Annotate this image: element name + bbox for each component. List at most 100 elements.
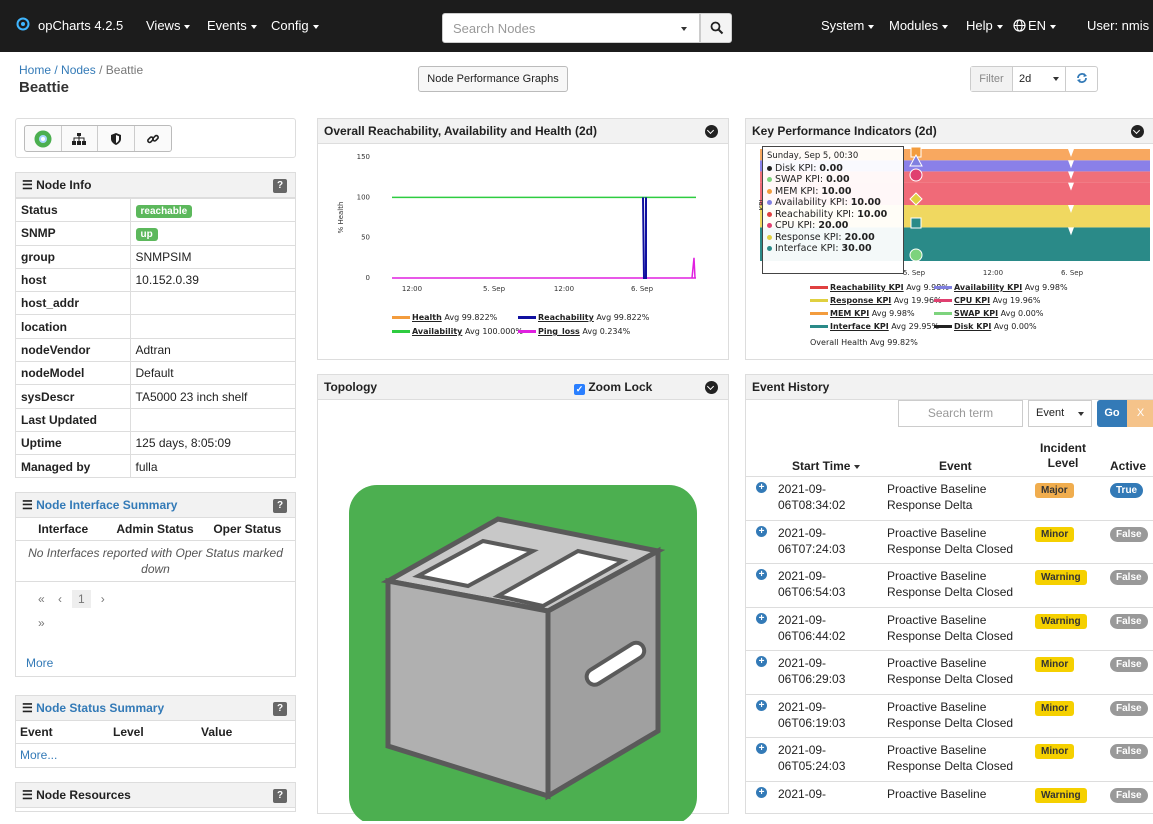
legend-item[interactable]: Response KPI Avg 19.96% (810, 296, 942, 305)
event-row[interactable]: +2021-09-06T06:29:03Proactive BaselineRe… (746, 650, 1153, 694)
expand-plus-icon[interactable]: + (756, 482, 767, 493)
menu-user[interactable]: User: nmis (1087, 18, 1149, 33)
event-row[interactable]: +2021-09-06T06:54:03Proactive BaselineRe… (746, 563, 1153, 607)
expand-plus-icon[interactable]: + (756, 613, 767, 624)
event-name-line1: Proactive Baseline (887, 743, 986, 757)
legend-label[interactable]: CPU KPI (954, 296, 990, 305)
event-row[interactable]: +2021-09-06T07:24:03Proactive BaselineRe… (746, 520, 1153, 564)
pager-last[interactable]: » (38, 616, 45, 630)
pager-first[interactable]: « (38, 592, 45, 606)
legend-item[interactable]: Reachability Avg 99.822% (518, 313, 649, 322)
breadcrumb-home[interactable]: Home (19, 63, 51, 77)
iface-title[interactable]: Node Interface Summary (36, 498, 177, 512)
legend-item[interactable]: CPU KPI Avg 19.96% (934, 296, 1040, 305)
topology-tab-button[interactable] (62, 126, 99, 151)
chevron-down-icon[interactable] (705, 381, 718, 394)
filter-select[interactable]: 2d (1013, 67, 1065, 91)
col-active[interactable]: Active (1110, 459, 1146, 473)
status-summary-more-link[interactable]: More... (16, 744, 295, 766)
refresh-button[interactable] (1065, 67, 1097, 91)
search-nodes-input[interactable]: Search Nodes (442, 13, 700, 43)
event-go-button[interactable]: Go (1097, 400, 1127, 427)
event-row[interactable]: +2021-09-Proactive BaselineWarningFalse (746, 781, 1153, 824)
legend-label[interactable]: Response KPI (830, 296, 891, 305)
col-level[interactable]: Level (113, 721, 201, 743)
legend-label[interactable]: Availability (412, 327, 462, 336)
expand-plus-icon[interactable]: + (756, 526, 767, 537)
node-device-icon[interactable] (318, 401, 728, 821)
legend-item[interactable]: Interface KPI Avg 29.95% (810, 322, 939, 331)
event-type-select[interactable]: Event (1028, 400, 1092, 427)
col-oper-status[interactable]: Oper Status (200, 518, 295, 540)
brand-name[interactable]: opCharts 4.2.5 (38, 18, 123, 33)
event-time: 06T07:24:03 (778, 542, 845, 556)
menu-modules[interactable]: Modules (889, 18, 948, 33)
node-icon-button[interactable] (25, 126, 62, 151)
legend-item[interactable]: Disk KPI Avg 0.00% (934, 322, 1037, 331)
event-row[interactable]: +2021-09-06T06:19:03Proactive BaselineRe… (746, 694, 1153, 738)
legend-label[interactable]: Ping_loss (538, 327, 580, 336)
legend-avg: Avg 99.822% (444, 313, 497, 322)
legend-item[interactable]: Health Avg 99.822% (392, 313, 497, 322)
node-performance-graphs-button[interactable]: Node Performance Graphs (418, 66, 568, 92)
col-incident-level[interactable]: Incident Level (1032, 441, 1094, 471)
expand-plus-icon[interactable]: + (756, 787, 767, 798)
menu-events[interactable]: Events (207, 18, 257, 33)
chevron-down-icon[interactable] (1131, 125, 1144, 138)
legend-label[interactable]: Disk KPI (954, 322, 991, 331)
col-start-time[interactable]: Start Time (792, 459, 860, 473)
legend-label[interactable]: MEM KPI (830, 309, 869, 318)
help-icon[interactable]: ? (273, 789, 287, 803)
legend-item[interactable]: Ping_loss Avg 0.234% (518, 327, 630, 336)
event-search-input[interactable]: Search term (898, 400, 1023, 427)
expand-plus-icon[interactable]: + (756, 743, 767, 754)
legend-label[interactable]: Reachability KPI (830, 283, 904, 292)
help-icon[interactable]: ? (273, 702, 287, 716)
iface-more-link[interactable]: More (26, 656, 53, 670)
menu-language[interactable]: EN (1013, 18, 1056, 33)
expand-plus-icon[interactable]: + (756, 700, 767, 711)
col-event[interactable]: Event (20, 721, 113, 743)
event-row[interactable]: +2021-09-06T06:44:02Proactive BaselineRe… (746, 607, 1153, 651)
security-tab-button[interactable] (98, 126, 135, 151)
legend-label[interactable]: Availability KPI (954, 283, 1022, 292)
menu-views[interactable]: Views (146, 18, 190, 33)
col-admin-status[interactable]: Admin Status (110, 518, 199, 540)
link-tab-button[interactable] (135, 126, 171, 151)
help-icon[interactable]: ? (273, 499, 287, 513)
legend-label[interactable]: SWAP KPI (954, 309, 998, 318)
pager-prev[interactable]: ‹ (58, 592, 62, 606)
chevron-down-icon[interactable] (705, 125, 718, 138)
kpi-chart-title: Key Performance Indicators (2d) (752, 124, 937, 138)
col-value[interactable]: Value (201, 721, 281, 743)
breadcrumb-nodes[interactable]: Nodes (61, 63, 96, 77)
node-info-key: SNMP (16, 222, 130, 245)
pager-next[interactable]: › (101, 592, 105, 606)
event-clear-button[interactable]: X (1127, 400, 1153, 427)
legend-label[interactable]: Interface KPI (830, 322, 889, 331)
status-summary-title[interactable]: Node Status Summary (36, 701, 164, 715)
col-event[interactable]: Event (939, 459, 972, 473)
expand-plus-icon[interactable]: + (756, 656, 767, 667)
legend-item[interactable]: Reachability KPI Avg 9.98% (810, 283, 949, 292)
search-button[interactable] (700, 13, 732, 43)
ping-loss-spike (692, 258, 695, 278)
legend-label[interactable]: Health (412, 313, 442, 322)
event-row[interactable]: +2021-09-06T05:24:03Proactive BaselineRe… (746, 737, 1153, 781)
legend-item[interactable]: Availability Avg 100.000% (392, 327, 523, 336)
col-interface[interactable]: Interface (16, 518, 110, 540)
zoom-lock-checkbox[interactable]: ✓ Zoom Lock (574, 375, 652, 400)
legend-label[interactable]: Reachability (538, 313, 594, 322)
menu-system[interactable]: System (821, 18, 874, 33)
legend-item[interactable]: Availability KPI Avg 9.98% (934, 283, 1068, 292)
legend-item[interactable]: MEM KPI Avg 9.98% (810, 309, 915, 318)
pager-page-1[interactable]: 1 (72, 590, 91, 608)
event-row[interactable]: +2021-09-06T08:34:02Proactive BaselineRe… (746, 476, 1153, 520)
expand-plus-icon[interactable]: + (756, 569, 767, 580)
zoom-lock-label: Zoom Lock (588, 380, 652, 394)
menu-help[interactable]: Help (966, 18, 1003, 33)
menu-config[interactable]: Config (271, 18, 319, 33)
brand-logo-icon[interactable] (16, 17, 30, 34)
legend-item[interactable]: SWAP KPI Avg 0.00% (934, 309, 1043, 318)
help-icon[interactable]: ? (273, 179, 287, 193)
